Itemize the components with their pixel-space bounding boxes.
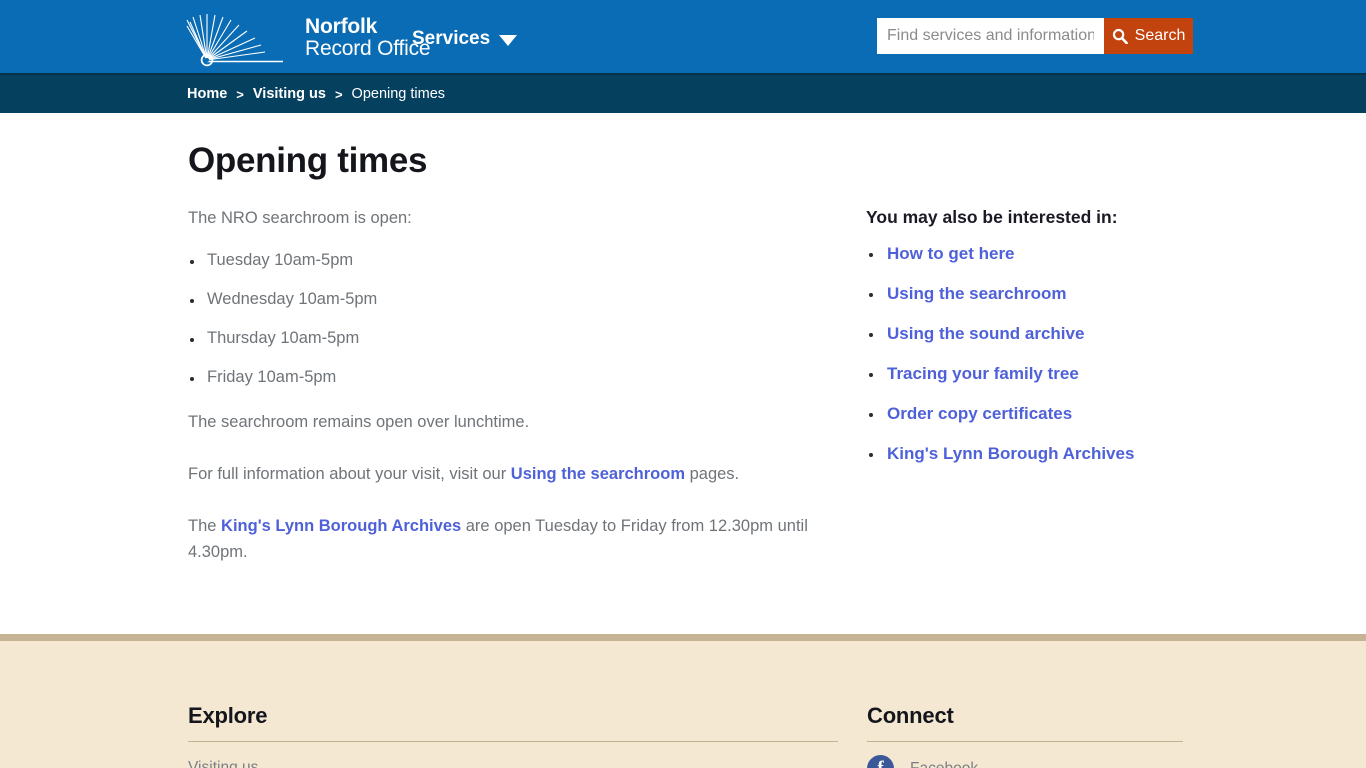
breadcrumb-separator: > [334,86,343,102]
footer-divider [188,741,838,742]
search-icon [1112,28,1128,44]
footer-link-visiting-us[interactable]: Visiting us [188,759,838,768]
sidebar-link-how-to-get-here[interactable]: How to get here [887,244,1015,263]
related-links-sidebar: You may also be interested in: How to ge… [866,207,1206,484]
related-links-list: How to get here Using the searchroom Usi… [866,244,1206,464]
nav-services-dropdown[interactable]: Services [412,28,518,50]
search-button-label: Search [1134,27,1186,44]
visit-info-text-after: pages. [685,465,740,484]
link-using-the-searchroom[interactable]: Using the searchroom [511,465,685,483]
breadcrumb-item-visiting-us[interactable]: Visiting us [253,86,326,102]
breadcrumb-separator: > [236,86,244,102]
facebook-label: Facebook [910,759,979,768]
list-item: King's Lynn Borough Archives [866,444,1206,464]
list-item: Using the sound archive [866,324,1206,344]
footer-divider [867,741,1183,742]
lunchtime-paragraph: The searchroom remains open over lunchti… [188,413,530,432]
visit-info-text-before: For full information about your visit, v… [188,465,511,484]
sidebar-link-using-the-searchroom[interactable]: Using the searchroom [887,284,1067,303]
sidebar-link-order-copy-certificates[interactable]: Order copy certificates [887,404,1072,423]
site-footer: Explore Visiting us Connect f Facebook [0,641,1366,768]
footer-explore-heading: Explore [188,703,268,728]
list-item: Using the searchroom [866,284,1206,304]
page-title: Opening times [188,141,428,180]
site-search: Search [877,18,1193,54]
list-item: Wednesday 10am-5pm [188,290,818,309]
list-item: How to get here [866,244,1206,264]
chevron-down-icon [499,35,518,46]
list-item: Friday 10am-5pm [188,368,818,387]
opening-hours-list: Tuesday 10am-5pm Wednesday 10am-5pm Thur… [188,251,818,387]
breadcrumb-item-home[interactable]: Home [187,86,227,102]
footer-top-rule [0,634,1366,641]
sidebar-link-using-the-sound-archive[interactable]: Using the sound archive [887,324,1084,343]
list-item: Tracing your family tree [866,364,1206,384]
footer-social-facebook[interactable]: f Facebook [867,755,1183,768]
site-logo[interactable]: Norfolk Record Office [185,6,431,68]
article-column: Opening times The NRO searchroom is open… [188,141,818,565]
sidebar-link-tracing-your-family-tree[interactable]: Tracing your family tree [887,364,1079,383]
footer-explore-column: Explore Visiting us [188,703,838,768]
site-header: Norfolk Record Office Services Search [0,0,1366,73]
breadcrumb-item-current: Opening times [351,86,446,102]
search-input[interactable] [877,18,1104,54]
kings-lynn-paragraph: The King's Lynn Borough Archives are ope… [188,513,818,565]
list-item: Tuesday 10am-5pm [188,251,818,270]
intro-text: The NRO searchroom is open: [188,209,412,227]
footer-connect-column: Connect f Facebook [867,703,1183,768]
nav-services-label: Services [412,28,491,49]
footer-connect-heading: Connect [867,703,954,728]
list-item: Order copy certificates [866,404,1206,424]
link-kings-lynn-borough-archives[interactable]: King's Lynn Borough Archives [221,517,461,535]
sidebar-link-kings-lynn-borough-archives[interactable]: King's Lynn Borough Archives [887,444,1134,463]
visit-info-paragraph: For full information about your visit, v… [188,461,818,487]
breadcrumb: Home > Visiting us > Opening times [0,73,1366,113]
search-button[interactable]: Search [1104,18,1193,54]
norfolk-record-office-fan-logo [185,12,303,68]
kings-lynn-text-before: The [188,517,222,536]
list-item: Thursday 10am-5pm [188,329,818,348]
facebook-icon[interactable]: f [867,755,894,768]
main-content: Opening times The NRO searchroom is open… [0,113,1366,634]
related-links-title: You may also be interested in: [866,207,1118,227]
